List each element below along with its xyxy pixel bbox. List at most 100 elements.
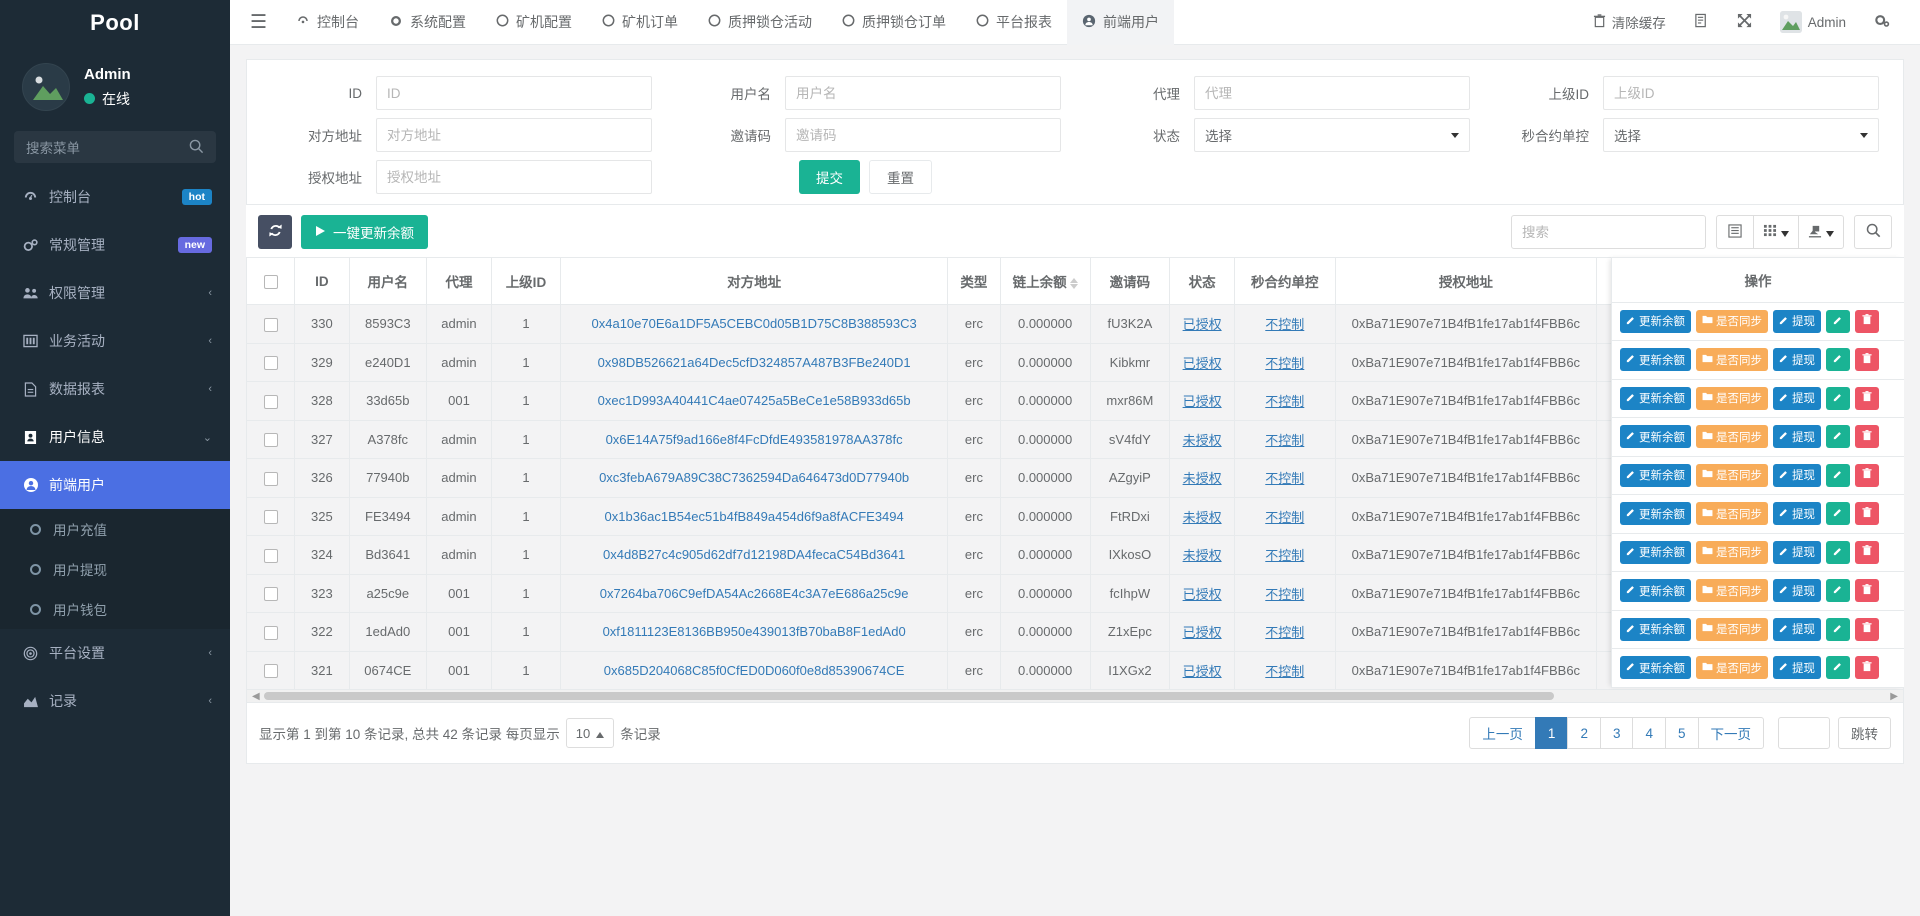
address-link[interactable]: 0xc3febA679A89C38C7362594Da646473d0D7794…: [599, 470, 909, 485]
sidebar-item-permission-management[interactable]: 权限管理 ‹: [0, 269, 230, 317]
username-input[interactable]: [785, 76, 1061, 110]
ops-button-3[interactable]: [1826, 463, 1850, 487]
ops-button-4[interactable]: [1855, 386, 1879, 410]
ops-button-1[interactable]: 是否同步: [1696, 617, 1768, 641]
row-checkbox[interactable]: [263, 394, 278, 409]
col-status[interactable]: 状态: [1169, 257, 1236, 305]
ops-button-3[interactable]: [1826, 502, 1850, 526]
col-agent[interactable]: 代理: [426, 257, 492, 305]
ops-button-2[interactable]: 提现: [1773, 309, 1821, 333]
control-link[interactable]: 不控制: [1265, 394, 1304, 409]
select-all-checkbox[interactable]: [263, 274, 278, 289]
ops-button-2[interactable]: 提现: [1773, 540, 1821, 564]
ops-button-2[interactable]: 提现: [1773, 425, 1821, 449]
pagination-page-4[interactable]: 4: [1632, 717, 1666, 749]
sidebar-item-general-management[interactable]: 常规管理 new: [0, 221, 230, 269]
pagination-page-2[interactable]: 2: [1567, 717, 1601, 749]
sidebar-item-platform-settings[interactable]: 平台设置 ‹: [0, 629, 230, 677]
ops-button-2[interactable]: 提现: [1773, 348, 1821, 372]
tab-frontend-user[interactable]: 前端用户: [1067, 0, 1175, 45]
user-menu[interactable]: Admin: [1766, 0, 1860, 45]
ops-button-2[interactable]: 提现: [1773, 617, 1821, 641]
row-checkbox[interactable]: [263, 433, 278, 448]
status-link[interactable]: 未授权: [1183, 510, 1222, 525]
control-link[interactable]: 不控制: [1265, 664, 1304, 679]
pagination-jump-input[interactable]: [1778, 717, 1830, 749]
ops-button-3[interactable]: [1826, 540, 1850, 564]
control-link[interactable]: 不控制: [1265, 587, 1304, 602]
scrollbar-thumb[interactable]: [264, 692, 1554, 700]
status-select[interactable]: 选择: [1194, 118, 1470, 152]
address-link[interactable]: 0x7264ba706C9efDA54Ac2668E4c3A7eE686a25c…: [600, 586, 909, 601]
ops-button-0[interactable]: 更新余额: [1620, 425, 1691, 449]
update-all-balance-button[interactable]: 一键更新余额: [301, 215, 428, 249]
ops-button-3[interactable]: [1826, 386, 1850, 410]
pagination-page-3[interactable]: 3: [1599, 717, 1634, 749]
col-username[interactable]: 用户名: [349, 257, 428, 305]
invite-code-input[interactable]: [785, 118, 1061, 152]
status-link[interactable]: 已授权: [1183, 625, 1222, 640]
address-link[interactable]: 0x6E14A75f9ad166e8f4FcDfdE493581978AA378…: [606, 432, 903, 447]
ops-button-0[interactable]: 更新余额: [1620, 617, 1691, 641]
col-control[interactable]: 秒合约单控: [1234, 257, 1336, 305]
ops-button-0[interactable]: 更新余额: [1620, 540, 1691, 564]
parent-id-input[interactable]: [1603, 76, 1879, 110]
ops-button-4[interactable]: [1855, 463, 1879, 487]
row-checkbox[interactable]: [263, 664, 278, 679]
ops-button-3[interactable]: [1826, 309, 1850, 333]
fullscreen-button[interactable]: [1723, 0, 1766, 45]
status-link[interactable]: 已授权: [1183, 317, 1222, 332]
ops-button-1[interactable]: 是否同步: [1696, 348, 1768, 372]
col-address[interactable]: 对方地址: [560, 257, 949, 305]
row-checkbox[interactable]: [263, 587, 278, 602]
submit-button[interactable]: 提交: [799, 160, 860, 194]
address-link[interactable]: 0x4a10e70E6a1DF5A5CEBC0d05B1D75C8B388593…: [592, 316, 917, 331]
ops-button-0[interactable]: 更新余额: [1620, 348, 1691, 372]
refresh-button[interactable]: [258, 215, 292, 249]
hamburger-icon[interactable]: ☰: [246, 11, 281, 34]
ops-button-3[interactable]: [1826, 425, 1850, 449]
row-checkbox[interactable]: [263, 510, 278, 525]
tab-system-config[interactable]: 系统配置: [374, 0, 481, 45]
row-checkbox[interactable]: [263, 471, 278, 486]
ops-button-1[interactable]: 是否同步: [1696, 579, 1768, 603]
pagination-jump-button[interactable]: 跳转: [1838, 717, 1891, 749]
ops-button-0[interactable]: 更新余额: [1620, 579, 1691, 603]
list-view-button[interactable]: [1716, 215, 1754, 249]
tab-console[interactable]: 控制台: [281, 0, 374, 45]
ops-button-4[interactable]: [1855, 502, 1879, 526]
table-horizontal-scrollbar[interactable]: ◀ ▶: [246, 690, 1904, 703]
control-link[interactable]: 不控制: [1265, 625, 1304, 640]
sidebar-item-data-report[interactable]: 数据报表 ‹: [0, 365, 230, 413]
pagination-page-5[interactable]: 5: [1664, 717, 1699, 749]
sidebar-item-user-recharge[interactable]: 用户充值: [0, 509, 230, 549]
ops-button-3[interactable]: [1826, 617, 1850, 641]
address-link[interactable]: 0xec1D993A40441C4ae07425a5BeCe1e58B933d6…: [598, 393, 911, 408]
status-link[interactable]: 已授权: [1183, 587, 1222, 602]
ops-button-0[interactable]: 更新余额: [1620, 502, 1691, 526]
status-link[interactable]: 已授权: [1183, 394, 1222, 409]
col-invite[interactable]: 邀请码: [1090, 257, 1171, 305]
sidebar-item-frontend-user[interactable]: 前端用户: [0, 461, 230, 509]
advanced-search-button[interactable]: [1854, 215, 1892, 249]
address-link[interactable]: 0x1b36ac1B54ec51b4fB849a454d6f9a8fACFE34…: [605, 509, 904, 524]
tab-miner-order[interactable]: 矿机订单: [587, 0, 693, 45]
col-parent-id[interactable]: 上级ID: [491, 257, 561, 305]
ops-button-1[interactable]: 是否同步: [1696, 309, 1768, 333]
row-checkbox[interactable]: [263, 356, 278, 371]
counterparty-address-input[interactable]: [376, 118, 652, 152]
ops-button-1[interactable]: 是否同步: [1696, 463, 1768, 487]
sidebar-item-dashboard[interactable]: 控制台 hot: [0, 173, 230, 221]
sidebar-profile[interactable]: Admin 在线: [0, 45, 230, 123]
control-link[interactable]: 不控制: [1265, 548, 1304, 563]
address-link[interactable]: 0x98DB526621a64Dec5cfD324857A487B3FBe240…: [598, 355, 911, 370]
col-type[interactable]: 类型: [947, 257, 1001, 305]
ops-button-2[interactable]: 提现: [1773, 656, 1821, 680]
address-link[interactable]: 0x4d8B27c4c905d62df7d12198DA4fecaC54Bd36…: [603, 547, 905, 562]
ops-button-4[interactable]: [1855, 579, 1879, 603]
id-input[interactable]: [376, 76, 652, 110]
ops-button-0[interactable]: 更新余额: [1620, 656, 1691, 680]
ops-button-0[interactable]: 更新余额: [1620, 386, 1691, 410]
address-link[interactable]: 0x685D204068C85f0CfED0D060f0e8d85390674C…: [604, 663, 905, 678]
ops-button-1[interactable]: 是否同步: [1696, 656, 1768, 680]
